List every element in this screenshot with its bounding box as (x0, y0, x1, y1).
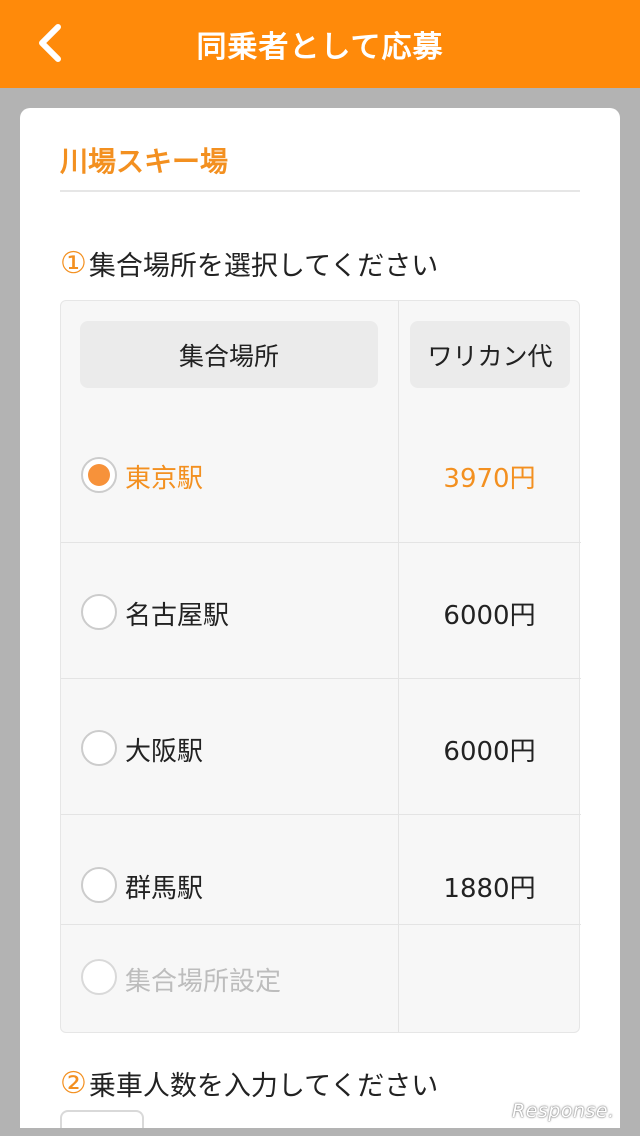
radio-button[interactable] (81, 867, 117, 903)
meeting-point-row-osaka[interactable]: 大阪駅 6000円 (61, 679, 581, 815)
apply-card: 川場スキー場 ① 集合場所を選択してください 集合場所 ワリカン代 東京駅 39… (20, 108, 620, 1128)
meeting-point-heading: ① 集合場所を選択してください (60, 244, 438, 283)
passenger-count-input[interactable] (60, 1110, 144, 1128)
meeting-point-row-gunma[interactable]: 群馬駅 1880円 (61, 815, 581, 925)
top-bar: 同乗者として応募 (0, 0, 640, 88)
resort-name: 川場スキー場 (60, 145, 229, 178)
fare-price: 6000円 (443, 601, 536, 631)
step-number: ① (60, 246, 87, 281)
fare-price: 1880円 (443, 874, 536, 904)
meeting-point-row-nagoya[interactable]: 名古屋駅 6000円 (61, 543, 581, 679)
radio-button-disabled[interactable] (81, 959, 117, 995)
fare-price: 6000円 (443, 737, 536, 767)
watermark: Response. (512, 1100, 615, 1122)
custom-location-label: 集合場所設定 (125, 967, 282, 997)
divider (60, 190, 580, 192)
page-title: 同乗者として応募 (196, 30, 444, 65)
meeting-point-heading-text: 集合場所を選択してください (88, 251, 439, 282)
chevron-left-icon (39, 24, 61, 62)
station-name: 群馬駅 (125, 874, 204, 904)
station-name: 大阪駅 (125, 737, 204, 767)
station-name: 東京駅 (125, 464, 204, 494)
step-number: ② (60, 1066, 87, 1101)
column-header-location: 集合場所 (80, 321, 378, 388)
station-name: 名古屋駅 (125, 601, 230, 631)
radio-button[interactable] (81, 730, 117, 766)
radio-button-selected[interactable] (81, 457, 117, 493)
passenger-count-heading-text: 乗車人数を入力してください (88, 1071, 439, 1102)
radio-button[interactable] (81, 594, 117, 630)
passenger-count-heading: ② 乗車人数を入力してください (60, 1064, 438, 1103)
back-button[interactable] (24, 18, 74, 68)
meeting-point-row-custom[interactable]: 集合場所設定 (61, 925, 581, 1033)
meeting-point-table: 集合場所 ワリカン代 東京駅 3970円 名古屋駅 6000円 大阪駅 6000… (60, 300, 581, 1033)
column-header-fare: ワリカン代 (410, 321, 570, 388)
meeting-point-row-tokyo[interactable]: 東京駅 3970円 (61, 406, 581, 543)
fare-price: 3970円 (443, 464, 536, 494)
